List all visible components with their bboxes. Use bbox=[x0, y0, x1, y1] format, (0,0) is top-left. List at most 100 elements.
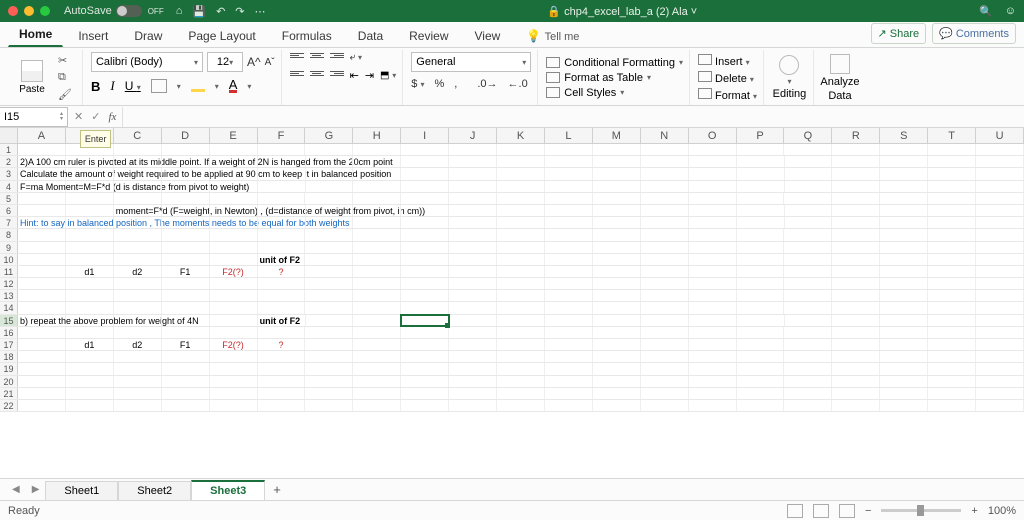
row-header[interactable]: 22 bbox=[0, 400, 18, 411]
cell[interactable] bbox=[689, 217, 737, 228]
cell[interactable] bbox=[641, 242, 689, 253]
cell[interactable] bbox=[162, 363, 210, 374]
cell[interactable] bbox=[401, 242, 449, 253]
cell[interactable] bbox=[545, 144, 593, 155]
cell[interactable] bbox=[832, 339, 880, 350]
cell[interactable] bbox=[306, 205, 354, 216]
comma-icon[interactable]: , bbox=[454, 78, 457, 90]
cell[interactable] bbox=[737, 156, 785, 167]
cell[interactable] bbox=[258, 156, 306, 167]
cell[interactable] bbox=[545, 278, 593, 289]
cell[interactable] bbox=[641, 266, 689, 277]
percent-icon[interactable]: % bbox=[435, 78, 445, 90]
row-header[interactable]: 14 bbox=[0, 302, 18, 313]
cell[interactable] bbox=[545, 290, 593, 301]
cell[interactable]: ? bbox=[258, 266, 306, 277]
cell[interactable] bbox=[832, 168, 880, 179]
cell[interactable] bbox=[593, 315, 641, 326]
cell[interactable] bbox=[305, 339, 353, 350]
cell[interactable] bbox=[162, 168, 210, 179]
cell[interactable] bbox=[114, 181, 162, 192]
cell[interactable] bbox=[18, 400, 66, 411]
cell[interactable] bbox=[66, 315, 114, 326]
row-header[interactable]: 20 bbox=[0, 376, 18, 387]
cell[interactable] bbox=[305, 351, 353, 362]
cell[interactable] bbox=[305, 290, 353, 301]
cell[interactable] bbox=[497, 144, 545, 155]
account-icon[interactable]: ☺ bbox=[1005, 5, 1016, 17]
cell[interactable] bbox=[976, 315, 1024, 326]
cell[interactable] bbox=[497, 254, 545, 265]
cell[interactable] bbox=[353, 302, 401, 313]
cell[interactable] bbox=[162, 315, 210, 326]
minimize-dot[interactable] bbox=[24, 6, 34, 16]
cell[interactable] bbox=[401, 217, 449, 228]
normal-view-icon[interactable] bbox=[787, 504, 803, 518]
cell[interactable] bbox=[162, 144, 210, 155]
cell[interactable] bbox=[545, 217, 593, 228]
cell[interactable] bbox=[545, 193, 593, 204]
cell[interactable] bbox=[66, 388, 114, 399]
underline-button[interactable]: U ▾ bbox=[125, 79, 141, 93]
cell[interactable] bbox=[114, 290, 162, 301]
dec-decimal-icon[interactable]: ←.0 bbox=[508, 78, 528, 90]
row-header[interactable]: 21 bbox=[0, 388, 18, 399]
row-header[interactable]: 11 bbox=[0, 266, 18, 277]
cell[interactable] bbox=[18, 278, 66, 289]
row-header[interactable]: 2 bbox=[0, 156, 18, 167]
cell[interactable] bbox=[401, 327, 449, 338]
comments-button[interactable]: 💬 Comments bbox=[932, 23, 1016, 44]
cell[interactable] bbox=[162, 217, 210, 228]
cell[interactable] bbox=[976, 254, 1024, 265]
cell[interactable] bbox=[784, 254, 832, 265]
cell[interactable] bbox=[162, 229, 210, 240]
cell[interactable] bbox=[641, 217, 689, 228]
cell[interactable]: unit of F2 bbox=[258, 315, 306, 326]
cell[interactable] bbox=[258, 144, 306, 155]
cell[interactable] bbox=[928, 181, 976, 192]
cell[interactable] bbox=[641, 376, 689, 387]
row-header[interactable]: 8 bbox=[0, 229, 18, 240]
cell[interactable] bbox=[353, 242, 401, 253]
cell[interactable] bbox=[449, 193, 497, 204]
cell[interactable] bbox=[641, 168, 689, 179]
row-header[interactable]: 13 bbox=[0, 290, 18, 301]
cell[interactable] bbox=[258, 168, 306, 179]
cell[interactable] bbox=[641, 339, 689, 350]
cell[interactable] bbox=[401, 351, 449, 362]
cell[interactable] bbox=[976, 327, 1024, 338]
cell[interactable] bbox=[353, 266, 401, 277]
cell-styles-button[interactable]: Cell Styles ▾ bbox=[546, 87, 683, 99]
cell[interactable] bbox=[18, 144, 66, 155]
cell[interactable] bbox=[401, 144, 449, 155]
col-N[interactable]: N bbox=[641, 128, 689, 143]
cell[interactable] bbox=[114, 388, 162, 399]
cell[interactable] bbox=[737, 205, 785, 216]
cell[interactable] bbox=[401, 278, 449, 289]
cell[interactable] bbox=[832, 327, 880, 338]
cell[interactable] bbox=[401, 363, 449, 374]
cell[interactable] bbox=[353, 144, 401, 155]
cell[interactable] bbox=[497, 193, 545, 204]
cell[interactable] bbox=[210, 156, 258, 167]
col-G[interactable]: G bbox=[305, 128, 353, 143]
cell[interactable] bbox=[449, 315, 497, 326]
cell[interactable] bbox=[66, 327, 114, 338]
cell[interactable] bbox=[832, 302, 880, 313]
cell[interactable] bbox=[689, 351, 737, 362]
cell[interactable] bbox=[785, 205, 833, 216]
cell[interactable] bbox=[353, 315, 401, 326]
col-A[interactable]: A bbox=[18, 128, 66, 143]
cell[interactable] bbox=[593, 144, 641, 155]
col-Q[interactable]: Q bbox=[784, 128, 832, 143]
cell[interactable] bbox=[66, 193, 114, 204]
cell[interactable] bbox=[593, 168, 641, 179]
cell[interactable] bbox=[545, 302, 593, 313]
page-layout-view-icon[interactable] bbox=[813, 504, 829, 518]
cell[interactable] bbox=[401, 388, 449, 399]
cell[interactable] bbox=[66, 181, 114, 192]
cell[interactable] bbox=[832, 205, 880, 216]
cell[interactable] bbox=[210, 144, 258, 155]
cell[interactable] bbox=[497, 181, 545, 192]
cell[interactable] bbox=[258, 351, 306, 362]
